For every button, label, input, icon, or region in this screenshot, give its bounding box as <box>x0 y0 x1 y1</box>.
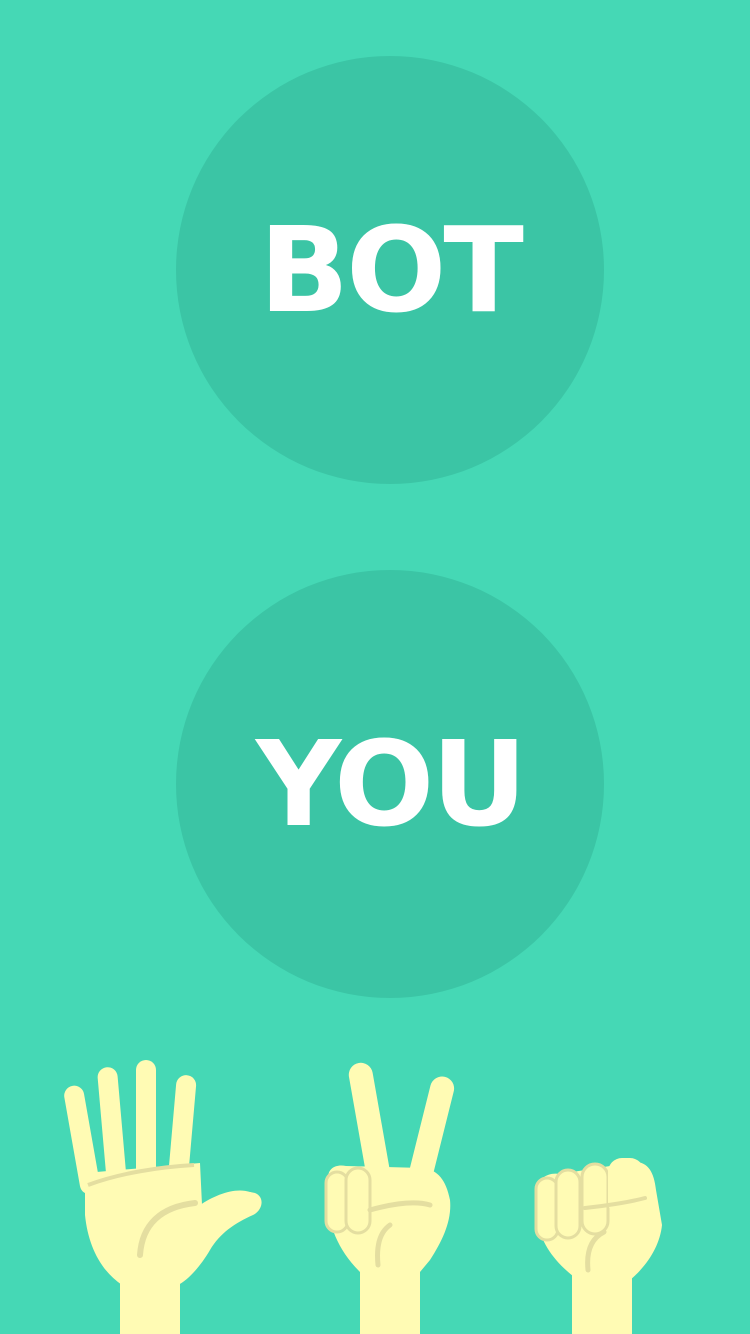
bot-choice-circle: BOT <box>176 56 604 484</box>
hand-paper-icon[interactable] <box>60 1055 270 1334</box>
hand-scissors-icon[interactable] <box>318 1060 463 1334</box>
hand-rock-icon[interactable] <box>530 1150 665 1334</box>
bot-label: BOT <box>259 201 524 339</box>
player-choice-circle: YOU <box>176 570 604 998</box>
player-label: YOU <box>255 715 527 853</box>
